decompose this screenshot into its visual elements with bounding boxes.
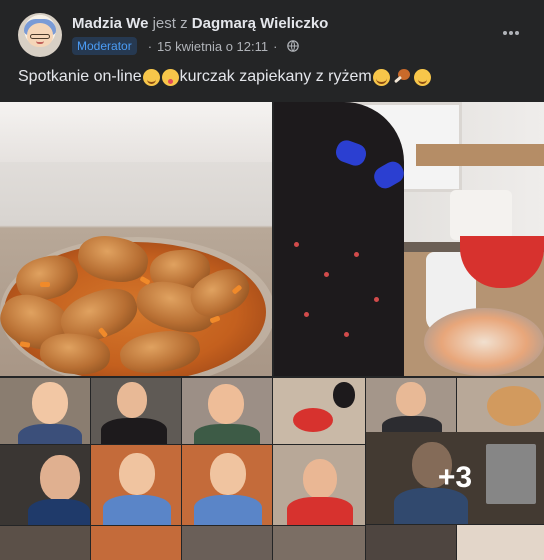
smiling-emoji-icon [413, 68, 431, 86]
salad-bowl [424, 308, 544, 376]
video-participant [91, 445, 181, 525]
tagged-person[interactable]: Dagmarą Wieliczko [192, 15, 329, 32]
yum-emoji-icon [161, 68, 179, 86]
moderator-badge: Moderator [72, 37, 137, 55]
facebook-post: Madzia We jest z Dagmarą Wieliczko Moder… [0, 0, 544, 560]
video-participant [273, 526, 365, 560]
video-participant [182, 445, 272, 525]
video-participant [366, 525, 456, 560]
wooden-shelf [416, 144, 544, 166]
separator-dot: · [147, 38, 153, 54]
video-participant [457, 525, 544, 560]
more-options-icon[interactable] [502, 22, 526, 36]
author-name[interactable]: Madzia We [72, 15, 148, 32]
photo-baked-chicken[interactable] [0, 102, 272, 376]
globe-icon [287, 40, 300, 52]
photo-collage: +3 [0, 102, 544, 560]
video-call-grid[interactable]: +3 [0, 378, 544, 560]
video-participant [273, 445, 365, 525]
background-light [0, 102, 272, 162]
separator-dot: · [273, 38, 278, 54]
avatar-glasses [30, 34, 50, 39]
video-participant [91, 526, 181, 560]
caption-text-1: Spotkanie on-line [18, 68, 142, 85]
with-text: jest z [152, 15, 188, 32]
video-participant [457, 378, 544, 432]
post-header: Madzia We jest z Dagmarą Wieliczko Moder… [0, 0, 544, 60]
caption-text-2: kurczak zapiekany z ryżem [179, 68, 372, 85]
video-participant [91, 378, 181, 444]
video-participant [182, 526, 272, 560]
video-participant [0, 445, 90, 525]
carrot-piece [40, 282, 50, 287]
more-photos-overlay[interactable]: +3 [366, 432, 544, 524]
video-participant [0, 378, 90, 444]
video-participant [182, 378, 272, 444]
author-line: Madzia We jest z Dagmarą Wieliczko [72, 15, 328, 32]
smiling-emoji-icon [142, 68, 160, 86]
post-timestamp[interactable]: 15 kwietnia o 12:11 [157, 39, 268, 54]
more-photos-count: +3 [437, 461, 473, 494]
video-participant [0, 526, 90, 560]
video-participant [366, 378, 456, 432]
post-caption: Spotkanie on-line kurczak zapiekany z ry… [18, 68, 432, 86]
smirk-emoji-icon [372, 68, 390, 86]
post-meta: Moderator · 15 kwietnia o 12:11 · [72, 37, 300, 55]
paper-towel-roll [450, 190, 512, 240]
author-avatar[interactable] [18, 13, 62, 57]
video-participant [273, 378, 365, 444]
chicken-leg-emoji-icon [392, 68, 412, 86]
photo-kitchen-prep[interactable] [274, 102, 544, 376]
